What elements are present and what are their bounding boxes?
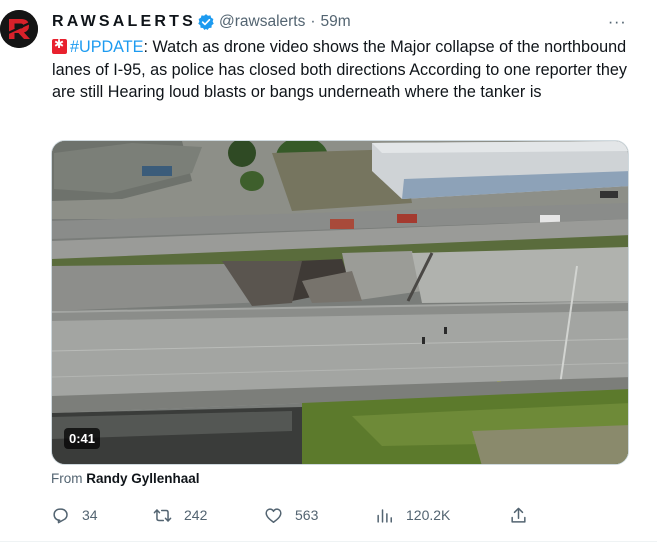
- author-name[interactable]: RAWSALERTS: [52, 13, 196, 31]
- retweet-button[interactable]: 242: [153, 503, 207, 527]
- more-options-button[interactable]: ···: [605, 12, 629, 32]
- tweet[interactable]: RAWSALERTS @rawsalerts · 59m ··· #UPDATE…: [0, 0, 657, 542]
- tweet-text: #UPDATE: Watch as drone video shows the …: [52, 36, 642, 104]
- author-handle[interactable]: @rawsalerts: [219, 13, 305, 31]
- reply-button[interactable]: 34: [51, 503, 98, 527]
- retweet-count: 242: [184, 507, 208, 523]
- separator-dot: ·: [310, 13, 316, 30]
- views-button[interactable]: 120.2K: [375, 503, 450, 527]
- rawsalerts-logo-icon: [0, 10, 38, 48]
- avatar[interactable]: [0, 10, 38, 48]
- media-attribution: From Randy Gyllenhaal: [51, 471, 200, 486]
- more-horizontal-icon: ···: [607, 12, 627, 31]
- tweet-header: RAWSALERTS @rawsalerts · 59m: [52, 11, 351, 33]
- views-chart-icon: [377, 508, 392, 523]
- share-icon: [511, 507, 526, 523]
- reply-icon: [53, 507, 68, 523]
- reply-count: 34: [82, 507, 98, 523]
- video-player[interactable]: 0:41: [51, 140, 629, 465]
- attribution-source-link[interactable]: Randy Gyllenhaal: [86, 471, 199, 486]
- verified-badge-icon[interactable]: [197, 13, 215, 31]
- video-duration-badge: 0:41: [64, 428, 101, 449]
- like-count: 563: [295, 507, 319, 523]
- attribution-prefix: From: [51, 471, 83, 486]
- tweet-actions: 34 242 563 120.2K: [51, 503, 531, 527]
- rotating-light-emoji-icon: [52, 37, 67, 54]
- hashtag-link[interactable]: #UPDATE: [70, 38, 143, 56]
- heart-icon: [265, 507, 282, 523]
- tweet-timestamp[interactable]: 59m: [321, 13, 351, 31]
- retweet-icon: [153, 508, 172, 522]
- like-button[interactable]: 563: [264, 503, 318, 527]
- views-count: 120.2K: [406, 507, 451, 523]
- video-thumbnail: [52, 141, 628, 464]
- share-button[interactable]: [509, 503, 528, 527]
